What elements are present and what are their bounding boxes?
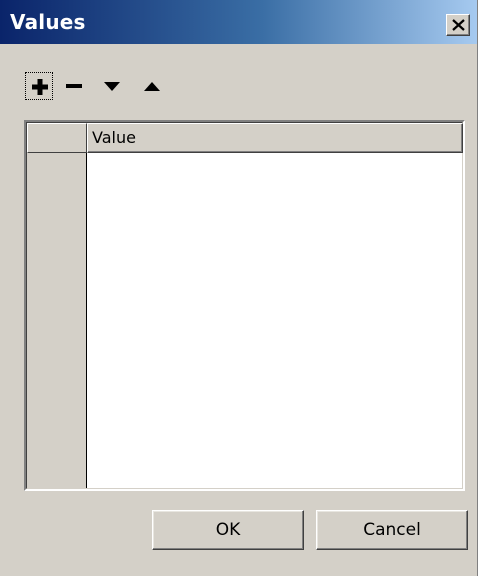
add-row-button[interactable]	[25, 72, 53, 100]
minus-icon	[66, 84, 82, 88]
grid-corner-cell[interactable]	[27, 123, 87, 153]
row-header-column[interactable]	[27, 123, 87, 488]
remove-row-button[interactable]	[60, 72, 88, 100]
window-title: Values	[10, 10, 86, 34]
column-header-value[interactable]: Value	[87, 123, 463, 153]
title-bar[interactable]: Values	[0, 0, 477, 44]
values-grid[interactable]: Value	[24, 120, 465, 491]
grid-frame: Value	[26, 122, 463, 489]
move-up-button[interactable]	[138, 72, 166, 100]
values-dialog: Values Value OK Cancel	[0, 0, 478, 576]
arrow-down-icon	[104, 82, 120, 91]
close-button[interactable]	[446, 14, 470, 36]
column-header-label: Value	[92, 128, 136, 147]
cancel-button[interactable]: Cancel	[316, 510, 468, 550]
arrow-up-icon	[144, 82, 160, 91]
move-down-button[interactable]	[98, 72, 126, 100]
plus-icon	[32, 79, 48, 95]
close-icon	[452, 19, 465, 31]
ok-button[interactable]: OK	[152, 510, 304, 550]
